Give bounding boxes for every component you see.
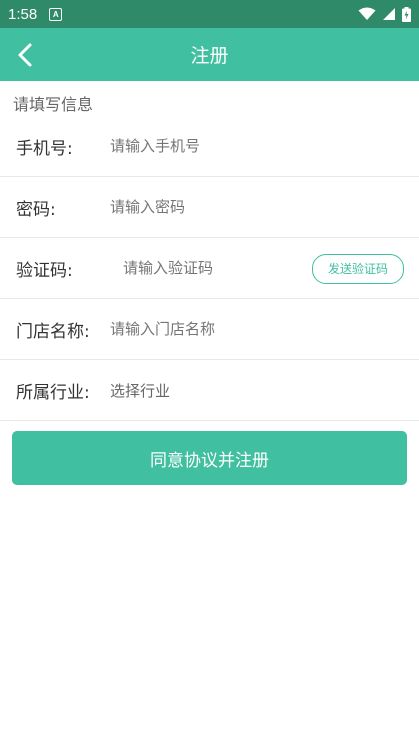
code-row: 验证码: 发送验证码 [0,238,419,299]
code-label: 验证码: [16,260,73,281]
phone-row: 手机号: [0,116,419,177]
chevron-left-icon[interactable] [14,41,38,69]
industry-label: 所属行业: [16,382,90,403]
store-name-input[interactable] [110,320,290,338]
status-time: 1:58 [8,5,38,23]
industry-select[interactable]: 选择行业 [110,380,290,401]
app-header: 注册 [0,28,419,81]
code-input[interactable] [123,259,303,277]
status-bar: 1:58 A [0,0,419,28]
store-row: 门店名称: [0,299,419,360]
signal-icon [383,8,395,20]
wifi-icon [358,7,376,20]
password-row: 密码: [0,177,419,238]
battery-charging-icon [402,6,411,22]
phone-label: 手机号: [16,138,73,159]
status-left: 1:58 A [8,5,63,23]
password-label: 密码: [16,199,56,220]
page-title: 注册 [190,45,229,67]
phone-input[interactable] [110,137,290,155]
status-right [358,6,411,22]
industry-row[interactable]: 所属行业: 选择行业 [0,360,419,421]
password-input[interactable] [110,198,290,216]
register-button[interactable]: 同意协议并注册 [12,431,407,485]
notification-icon: A [49,7,63,21]
section-title: 请填写信息 [13,95,94,114]
send-code-button[interactable]: 发送验证码 [311,254,404,284]
store-label: 门店名称: [16,321,90,342]
